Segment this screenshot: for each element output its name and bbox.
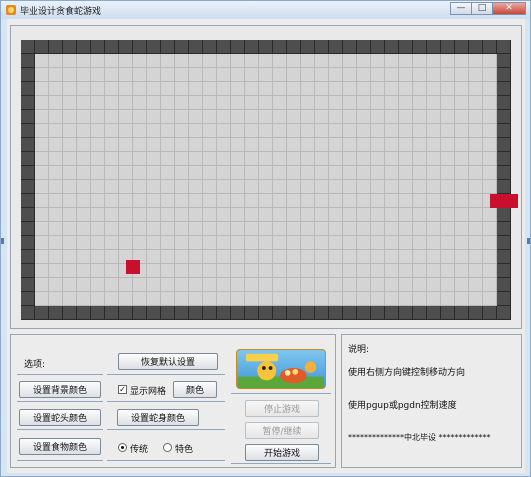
mode-special-label: 特色 bbox=[175, 445, 194, 455]
stop-game-button[interactable]: 停止游戏 bbox=[245, 400, 319, 417]
separator bbox=[231, 393, 331, 394]
app-window: 毕业设计贪食蛇游戏 — □ ✕ 选项: 恢复默认设置 设置背景颜色 ✓ 显示网格… bbox=[0, 0, 531, 477]
start-game-button[interactable]: 开始游戏 bbox=[245, 444, 319, 461]
wall-left bbox=[21, 40, 35, 320]
snake-body bbox=[490, 194, 518, 208]
show-grid-label: 显示网格 bbox=[130, 387, 167, 397]
window-controls: — □ ✕ bbox=[450, 2, 526, 16]
head-color-button[interactable]: 设置蛇头颜色 bbox=[19, 409, 101, 426]
mode-traditional-radio[interactable] bbox=[118, 443, 127, 452]
body-color-button[interactable]: 设置蛇身颜色 bbox=[117, 409, 199, 426]
restore-defaults-button[interactable]: 恢复默认设置 bbox=[118, 353, 218, 370]
maximize-button[interactable]: □ bbox=[471, 2, 493, 15]
wall-top bbox=[21, 40, 511, 54]
separator bbox=[17, 460, 103, 461]
instructions-line-speed: 使用pgup或pgdn控制速度 bbox=[348, 401, 457, 411]
bg-color-button[interactable]: 设置背景颜色 bbox=[19, 381, 101, 398]
title-bar[interactable]: 毕业设计贪食蛇游戏 — □ ✕ bbox=[1, 1, 530, 19]
separator bbox=[17, 401, 103, 402]
instructions-line-direction: 使用右侧方向键控制移动方向 bbox=[348, 368, 466, 378]
separator bbox=[231, 463, 331, 464]
game-board bbox=[21, 40, 518, 320]
food-color-button[interactable]: 设置食物颜色 bbox=[19, 438, 101, 455]
client-area: 选项: 恢复默认设置 设置背景颜色 ✓ 显示网格 颜色 设置蛇头颜色 设置蛇身颜… bbox=[7, 19, 525, 473]
pause-resume-button[interactable]: 暂停/继续 bbox=[245, 422, 319, 439]
game-logo-image bbox=[236, 349, 326, 389]
mode-special-radio[interactable] bbox=[163, 443, 172, 452]
window-title: 毕业设计贪食蛇游戏 bbox=[20, 7, 102, 17]
separator bbox=[107, 429, 225, 430]
separator bbox=[17, 374, 103, 375]
instructions-line-credits: **************中北毕设 ************* bbox=[348, 433, 491, 442]
grid-color-button[interactable]: 颜色 bbox=[173, 381, 217, 398]
minimize-button[interactable]: — bbox=[450, 2, 472, 15]
options-label: 选项: bbox=[24, 360, 46, 370]
separator bbox=[107, 374, 225, 375]
app-icon bbox=[6, 5, 16, 15]
wall-right bbox=[497, 40, 511, 320]
show-grid-checkbox[interactable]: ✓ bbox=[118, 385, 127, 394]
separator bbox=[107, 460, 225, 461]
resize-handle-right[interactable] bbox=[527, 238, 530, 244]
instructions-title: 说明: bbox=[348, 345, 370, 355]
separator bbox=[17, 429, 103, 430]
mode-traditional-label: 传统 bbox=[130, 445, 149, 455]
food bbox=[126, 260, 140, 274]
separator bbox=[107, 401, 225, 402]
wall-bottom bbox=[21, 306, 511, 320]
resize-handle-left[interactable] bbox=[1, 238, 4, 244]
game-panel bbox=[10, 25, 522, 329]
close-button[interactable]: ✕ bbox=[492, 2, 526, 15]
